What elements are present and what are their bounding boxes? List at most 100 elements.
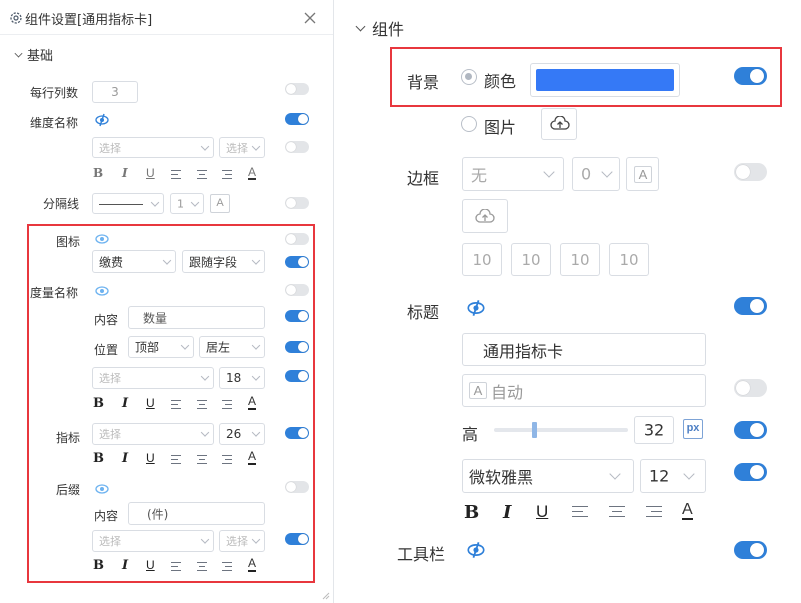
font-color-button[interactable]: A — [248, 450, 257, 465]
dim-name-toggle[interactable] — [285, 113, 309, 125]
underline-button[interactable]: U — [146, 558, 155, 572]
align-right-icon[interactable] — [646, 506, 662, 520]
measure-font-select[interactable]: 选择 — [92, 367, 214, 389]
dim-font-select[interactable]: 选择 — [92, 137, 214, 158]
icon-select[interactable]: 缴费 — [92, 250, 176, 273]
bold-button[interactable]: B — [93, 396, 104, 411]
background-toggle[interactable] — [734, 67, 767, 85]
align-center-icon[interactable] — [609, 506, 625, 520]
border-color-button[interactable]: A — [626, 157, 659, 191]
align-right-icon[interactable] — [222, 562, 232, 574]
indicator-toggle[interactable] — [285, 427, 309, 439]
title-auto-toggle[interactable] — [734, 379, 767, 397]
radius-input-1[interactable]: 10 — [462, 243, 502, 276]
chevron-down-icon[interactable] — [355, 21, 366, 32]
position-vertical-select[interactable]: 顶部 — [128, 336, 194, 358]
per-row-toggle[interactable] — [285, 83, 309, 95]
align-right-icon[interactable] — [222, 170, 232, 182]
chevron-down-icon[interactable] — [14, 49, 23, 58]
measure-font-toggle[interactable] — [285, 370, 309, 382]
italic-button[interactable]: I — [122, 451, 128, 466]
bold-button[interactable]: B — [93, 558, 104, 573]
icon-follow-toggle[interactable] — [285, 256, 309, 268]
toolbar-toggle[interactable] — [734, 541, 767, 559]
measure-name-toggle[interactable] — [285, 284, 309, 296]
height-slider-handle[interactable] — [532, 422, 537, 438]
underline-button[interactable]: U — [146, 396, 155, 410]
suffix-content-input[interactable]: (件) — [128, 502, 265, 525]
align-left-icon[interactable] — [572, 506, 588, 520]
position-toggle[interactable] — [285, 341, 309, 353]
border-image-upload[interactable] — [462, 199, 508, 233]
border-toggle[interactable] — [734, 163, 767, 181]
font-size-select[interactable]: 12 — [640, 459, 706, 493]
divider-width-select[interactable]: 1 — [170, 193, 204, 214]
suffix-toggle[interactable] — [285, 481, 309, 493]
align-left-icon[interactable] — [171, 562, 181, 574]
eye-icon[interactable] — [95, 483, 109, 495]
align-right-icon[interactable] — [222, 400, 232, 412]
underline-button[interactable]: U — [536, 502, 548, 522]
title-toggle[interactable] — [734, 297, 767, 315]
radius-input-2[interactable]: 10 — [511, 243, 551, 276]
position-horizontal-select[interactable]: 居左 — [199, 336, 265, 358]
align-left-icon[interactable] — [171, 170, 181, 182]
eye-hidden-icon[interactable] — [467, 299, 485, 317]
per-row-input[interactable]: 3 — [92, 81, 138, 103]
eye-icon[interactable] — [95, 285, 109, 297]
color-picker[interactable] — [530, 63, 680, 97]
align-left-icon[interactable] — [171, 455, 181, 467]
align-right-icon[interactable] — [222, 455, 232, 467]
eye-icon[interactable] — [95, 233, 109, 245]
font-color-button[interactable]: A — [682, 501, 693, 520]
bold-button[interactable]: B — [464, 502, 479, 523]
icon-toggle[interactable] — [285, 233, 309, 245]
border-style-select[interactable]: 无 — [462, 157, 564, 191]
font-color-button[interactable]: A — [248, 557, 257, 572]
radius-input-3[interactable]: 10 — [560, 243, 600, 276]
height-toggle[interactable] — [734, 421, 767, 439]
align-center-icon[interactable] — [197, 455, 207, 467]
font-family-select[interactable]: 微软雅黑 — [462, 459, 634, 493]
underline-button[interactable]: U — [146, 451, 155, 465]
align-center-icon[interactable] — [197, 170, 207, 182]
bold-button[interactable]: B — [93, 451, 104, 466]
font-color-button[interactable]: A — [248, 395, 257, 410]
dim-size-select[interactable]: 选择 — [219, 137, 265, 158]
font-toggle[interactable] — [734, 463, 767, 481]
image-radio[interactable] — [461, 116, 477, 132]
align-center-icon[interactable] — [197, 400, 207, 412]
suffix-font-toggle[interactable] — [285, 533, 309, 545]
indicator-font-select[interactable]: 选择 — [92, 423, 214, 445]
suffix-size-select[interactable]: 选择 — [219, 530, 265, 552]
divider-toggle[interactable] — [285, 197, 309, 209]
underline-button[interactable]: U — [146, 166, 155, 180]
italic-button[interactable]: I — [122, 558, 128, 573]
divider-color-button[interactable]: A — [210, 194, 230, 213]
divider-style-select[interactable] — [92, 193, 164, 214]
align-left-icon[interactable] — [171, 400, 181, 412]
title-auto-field[interactable]: A 自动 — [462, 374, 706, 407]
italic-button[interactable]: I — [122, 166, 128, 180]
resize-grip-icon[interactable] — [320, 590, 330, 600]
align-center-icon[interactable] — [197, 562, 207, 574]
radius-input-4[interactable]: 10 — [609, 243, 649, 276]
color-radio[interactable] — [461, 69, 477, 85]
title-input[interactable]: 通用指标卡 — [462, 333, 706, 366]
indicator-size-select[interactable]: 26 — [219, 423, 265, 445]
eye-hidden-icon[interactable] — [467, 541, 485, 559]
upload-image-button[interactable] — [541, 108, 577, 140]
dim-font-toggle[interactable] — [285, 141, 309, 153]
measure-content-toggle[interactable] — [285, 310, 309, 322]
font-color-button[interactable]: A — [248, 166, 257, 180]
bold-button[interactable]: B — [93, 166, 103, 180]
italic-button[interactable]: I — [122, 396, 128, 411]
italic-button[interactable]: I — [503, 502, 511, 523]
measure-content-input[interactable]: 数量 — [128, 306, 265, 329]
suffix-font-select[interactable]: 选择 — [92, 530, 214, 552]
measure-size-select[interactable]: 18 — [219, 367, 265, 389]
height-slider[interactable] — [494, 422, 628, 438]
border-width-select[interactable]: 0 — [572, 157, 620, 191]
icon-follow-select[interactable]: 跟随字段 — [182, 250, 265, 273]
eye-hidden-icon[interactable] — [95, 113, 109, 127]
